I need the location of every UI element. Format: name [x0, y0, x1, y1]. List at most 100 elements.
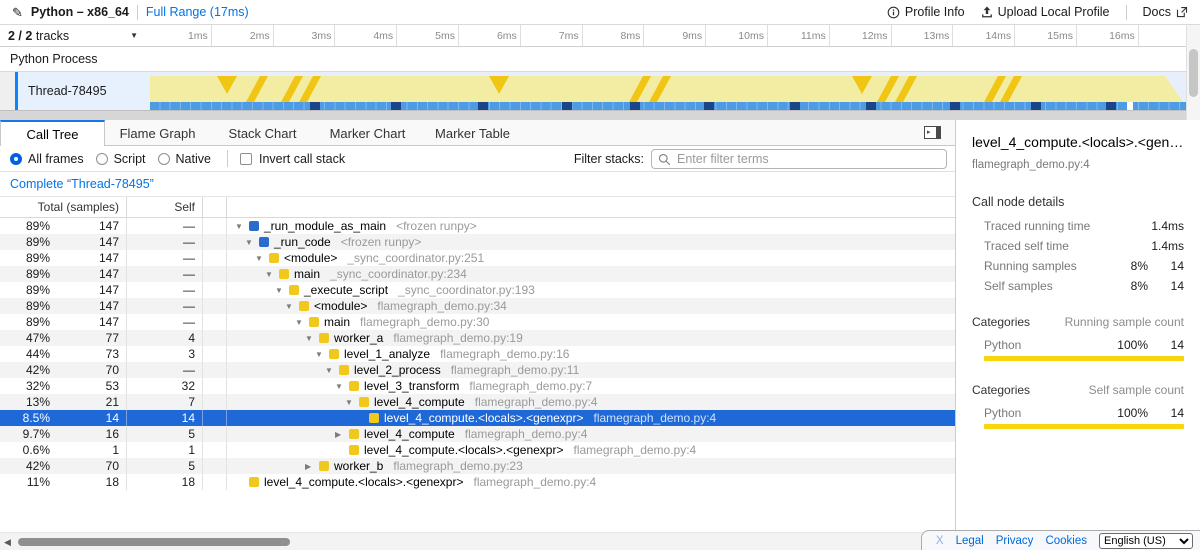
thread-activity-graph[interactable]	[150, 72, 1186, 110]
spacer-cell	[203, 378, 227, 394]
table-row[interactable]: 0.6%11level_4_compute.<locals>.<genexpr>…	[0, 442, 955, 458]
call-node-cell[interactable]: ▼worker_aflamegraph_demo.py:19	[227, 330, 955, 347]
calltree-rows: 89%147—▼_run_module_as_main<frozen runpy…	[0, 218, 955, 490]
tracks-dropdown[interactable]: 2 / 2 tracks ▼	[0, 25, 150, 46]
samples-strip[interactable]	[150, 102, 1186, 110]
checkbox-icon[interactable]	[240, 153, 252, 165]
radio-icon[interactable]	[96, 153, 108, 165]
full-range-button[interactable]: Full Range (17ms)	[146, 5, 249, 19]
radio-native[interactable]: Native	[158, 152, 211, 166]
scrollbar-thumb[interactable]	[1189, 49, 1198, 97]
thread-track[interactable]: Thread-78495	[0, 72, 1200, 110]
call-node-cell[interactable]: level_4_compute.<locals>.<genexpr>flameg…	[227, 474, 955, 490]
expand-icon[interactable]: ▶	[335, 427, 349, 443]
spacer-cell	[203, 282, 227, 298]
table-row[interactable]: 89%147—▼<module>_sync_coordinator.py:251	[0, 250, 955, 266]
table-row[interactable]: 11%1818level_4_compute.<locals>.<genexpr…	[0, 474, 955, 490]
call-node-cell[interactable]: ▼<module>_sync_coordinator.py:251	[227, 250, 955, 267]
collapse-icon[interactable]: ▼	[255, 251, 269, 267]
profile-info-button[interactable]: Profile Info	[887, 5, 965, 19]
self-samples-cell: —	[127, 282, 203, 298]
call-node-cell[interactable]: ▼_execute_script_sync_coordinator.py:193	[227, 282, 955, 299]
language-select[interactable]: English (US)	[1099, 533, 1193, 549]
upload-profile-button[interactable]: Upload Local Profile	[981, 5, 1110, 19]
total-percent-cell: 89%	[0, 266, 50, 282]
collapse-icon[interactable]: ▼	[235, 219, 249, 235]
collapse-icon[interactable]: ▼	[305, 331, 319, 347]
table-row[interactable]: 89%147—▼_run_module_as_main<frozen runpy…	[0, 218, 955, 234]
table-row[interactable]: 47%774▼worker_aflamegraph_demo.py:19	[0, 330, 955, 346]
call-node-cell[interactable]: ▼level_1_analyzeflamegraph_demo.py:16	[227, 346, 955, 363]
table-row[interactable]: 8.5%1414level_4_compute.<locals>.<genexp…	[0, 410, 955, 426]
call-node-cell[interactable]: ▼_run_module_as_main<frozen runpy>	[227, 218, 955, 235]
table-row[interactable]: 89%147—▼<module>flamegraph_demo.py:34	[0, 298, 955, 314]
radio-icon[interactable]	[158, 153, 170, 165]
collapse-icon[interactable]: ▼	[275, 283, 289, 299]
table-row[interactable]: 89%147—▼_execute_script_sync_coordinator…	[0, 282, 955, 298]
column-self[interactable]: Self	[127, 197, 203, 217]
table-row[interactable]: 42%70—▼level_2_processflamegraph_demo.py…	[0, 362, 955, 378]
call-node-cell[interactable]: ▶worker_bflamegraph_demo.py:23	[227, 458, 955, 475]
table-row[interactable]: 9.7%165▶level_4_computeflamegraph_demo.p…	[0, 426, 955, 442]
radio-icon[interactable]	[10, 153, 22, 165]
sidebar-toggle-bar	[936, 127, 940, 138]
tab-stack-chart[interactable]: Stack Chart	[210, 120, 315, 145]
horizontal-splitter[interactable]	[0, 110, 1200, 120]
call-node-cell[interactable]: level_4_compute.<locals>.<genexpr>flameg…	[227, 442, 955, 458]
call-node-cell[interactable]: ▼main_sync_coordinator.py:234	[227, 266, 955, 283]
call-node-cell[interactable]: ▶level_4_computeflamegraph_demo.py:4	[227, 426, 955, 443]
category-color-icon	[309, 317, 319, 327]
docs-button[interactable]: Docs	[1143, 5, 1188, 19]
call-node-cell[interactable]: ▼level_4_computeflamegraph_demo.py:4	[227, 394, 955, 411]
total-samples-cell: 14	[50, 410, 127, 426]
call-node-cell[interactable]: ▼_run_code<frozen runpy>	[227, 234, 955, 251]
footer-privacy-link[interactable]: Privacy	[996, 535, 1034, 547]
radio-all-frames[interactable]: All frames	[10, 152, 84, 166]
spacer-cell	[203, 426, 227, 442]
table-row[interactable]: 44%733▼level_1_analyzeflamegraph_demo.py…	[0, 346, 955, 362]
thread-track-label[interactable]: Thread-78495	[18, 72, 150, 110]
collapse-icon[interactable]: ▼	[315, 347, 329, 363]
collapse-icon[interactable]: ▼	[325, 363, 339, 379]
table-row[interactable]: 89%147—▼_run_code<frozen runpy>	[0, 234, 955, 250]
time-ruler[interactable]: 1ms2ms3ms4ms5ms6ms7ms8ms9ms10ms11ms12ms1…	[150, 25, 1186, 46]
table-row[interactable]: 89%147—▼main_sync_coordinator.py:234	[0, 266, 955, 282]
table-row[interactable]: 13%217▼level_4_computeflamegraph_demo.py…	[0, 394, 955, 410]
timeline-vertical-scrollbar[interactable]	[1186, 25, 1200, 120]
footer-legal-link[interactable]: Legal	[956, 535, 984, 547]
edit-pencil-icon[interactable]: ✎	[12, 6, 23, 19]
column-total-samples[interactable]: Total (samples)	[0, 197, 127, 217]
call-node-cell[interactable]: ▼<module>flamegraph_demo.py:34	[227, 298, 955, 315]
scroll-left-icon[interactable]: ◀	[4, 537, 11, 548]
invert-call-stack-checkbox[interactable]: Invert call stack	[240, 152, 345, 166]
expand-icon[interactable]: ▶	[305, 459, 319, 475]
tab-call-tree[interactable]: Call Tree	[0, 120, 105, 146]
tab-marker-table[interactable]: Marker Table	[420, 120, 525, 145]
call-node-cell[interactable]: ▼level_2_processflamegraph_demo.py:11	[227, 362, 955, 379]
footer-x-link[interactable]: X	[936, 535, 944, 547]
tab-marker-chart[interactable]: Marker Chart	[315, 120, 420, 145]
radio-script[interactable]: Script	[96, 152, 146, 166]
total-percent-cell: 13%	[0, 394, 50, 410]
table-row[interactable]: 32%5332▼level_3_transformflamegraph_demo…	[0, 378, 955, 394]
gc-sample-tick	[478, 102, 488, 110]
collapse-icon[interactable]: ▼	[265, 267, 279, 283]
collapse-icon[interactable]: ▼	[245, 235, 259, 251]
process-track-header[interactable]: Python Process	[0, 47, 1200, 72]
table-row[interactable]: 89%147—▼mainflamegraph_demo.py:30	[0, 314, 955, 330]
call-node-cell[interactable]: level_4_compute.<locals>.<genexpr>flameg…	[227, 410, 955, 426]
collapse-icon[interactable]: ▼	[295, 315, 309, 331]
collapse-icon[interactable]: ▼	[345, 395, 359, 411]
filter-stacks-input[interactable]	[651, 149, 947, 169]
collapse-icon[interactable]: ▼	[335, 379, 349, 395]
breadcrumb-root-link[interactable]: Complete “Thread-78495”	[10, 177, 154, 191]
call-node-cell[interactable]: ▼level_3_transformflamegraph_demo.py:7	[227, 378, 955, 395]
footer-cookies-link[interactable]: Cookies	[1045, 535, 1087, 547]
collapse-icon[interactable]: ▼	[285, 299, 299, 315]
table-row[interactable]: 42%705▶worker_bflamegraph_demo.py:23	[0, 458, 955, 474]
horizontal-scrollbar-thumb[interactable]	[18, 538, 290, 546]
tab-flame-graph[interactable]: Flame Graph	[105, 120, 210, 145]
sidebar-toggle-button[interactable]: ▸	[924, 126, 941, 139]
call-node-cell[interactable]: ▼mainflamegraph_demo.py:30	[227, 314, 955, 331]
time-tick: 1ms	[150, 25, 212, 46]
